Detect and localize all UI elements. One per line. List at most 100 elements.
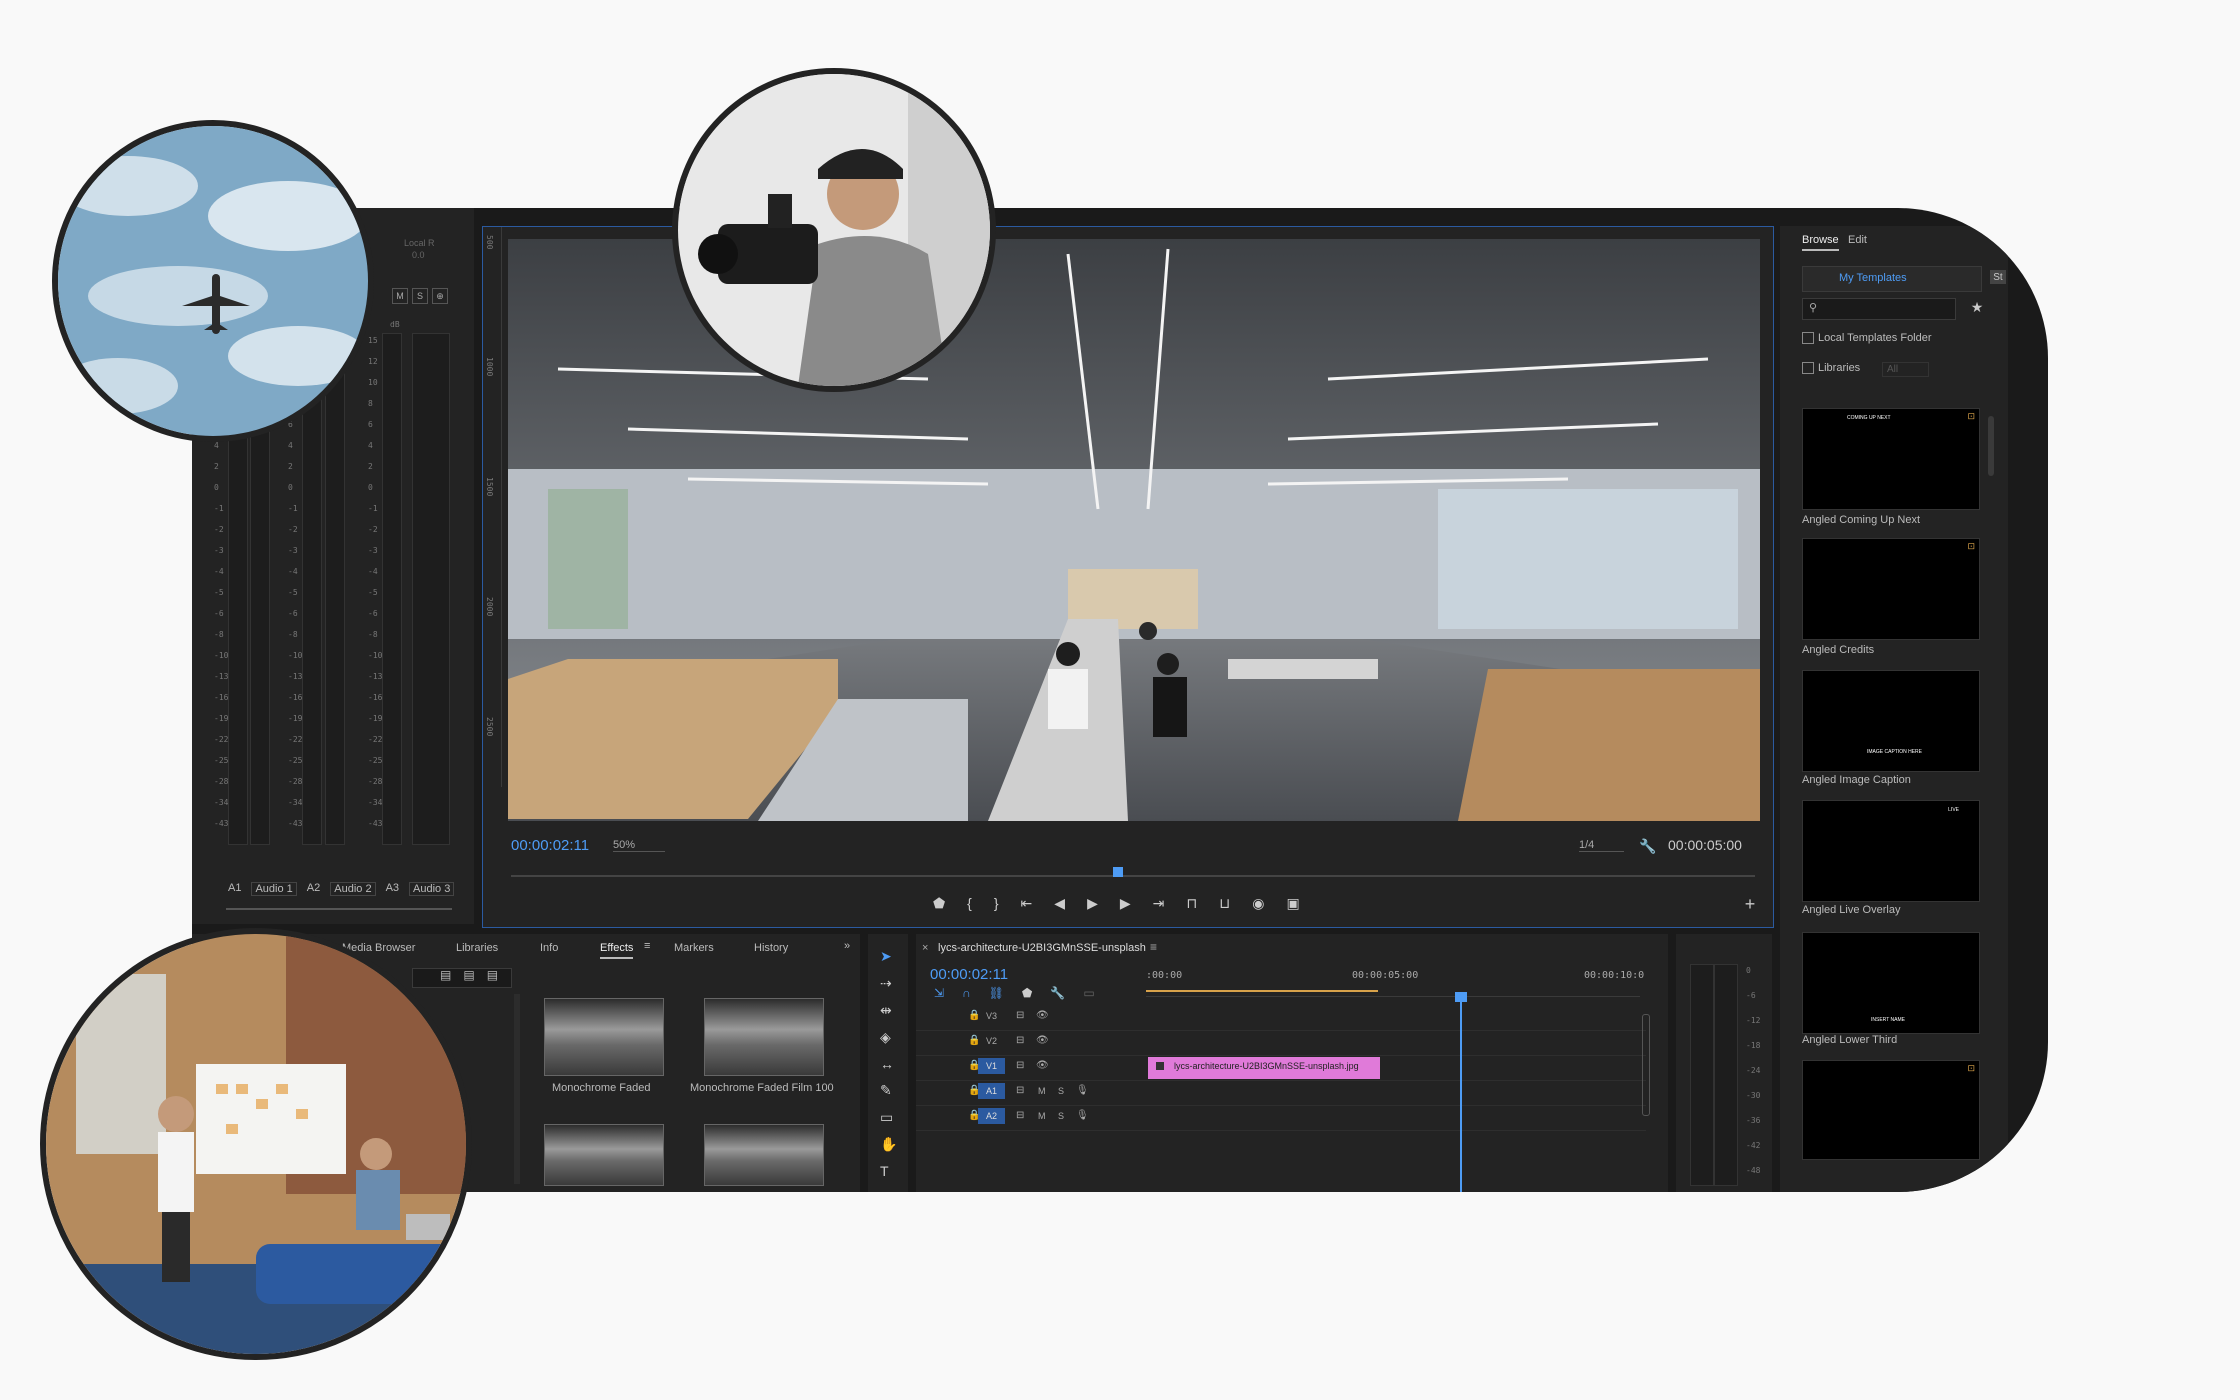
track-id[interactable]: V1: [978, 1058, 1006, 1074]
template-thumbnail[interactable]: IMAGE CAPTION HERE: [1802, 670, 1980, 772]
timeline-close-icon[interactable]: ×: [922, 942, 928, 954]
timeline-clip[interactable]: lycs-architecture-U2BI3GMnSSE-unsplash.j…: [1148, 1057, 1380, 1079]
pen-tool-icon[interactable]: ✎: [880, 1082, 897, 1099]
sequence-tab[interactable]: lycs-architecture-U2BI3GMnSSE-unsplash: [938, 942, 1146, 954]
templates-scrollbar[interactable]: [1988, 416, 1994, 476]
tab-history[interactable]: History: [754, 942, 788, 954]
wrench-icon[interactable]: 🔧: [1639, 837, 1657, 855]
effect-thumbnail[interactable]: [704, 1124, 824, 1186]
libraries-checkbox[interactable]: Libraries: [1802, 362, 1860, 374]
checkbox-box[interactable]: [1802, 362, 1814, 374]
template-thumbnail[interactable]: COMING UP NEXT ⊡: [1802, 408, 1980, 510]
local-templates-checkbox[interactable]: Local Templates Folder: [1802, 332, 1932, 344]
mute-button[interactable]: M: [1038, 1086, 1046, 1096]
go-to-out-icon[interactable]: ⇥: [1153, 895, 1165, 912]
sequence-menu-icon[interactable]: ≡: [1150, 940, 1157, 954]
timeline-current-time[interactable]: 00:00:02:11: [930, 966, 1008, 983]
accelerated-icon[interactable]: ▤: [440, 968, 451, 982]
record-button[interactable]: ⊕: [432, 288, 448, 304]
track-a2-name[interactable]: Audio 2: [330, 882, 376, 896]
playhead-marker[interactable]: [1113, 867, 1123, 877]
eye-icon[interactable]: 👁: [1036, 1035, 1049, 1046]
sync-lock-icon[interactable]: ⊟: [1016, 1035, 1024, 1046]
lock-icon[interactable]: 🔒: [968, 1010, 980, 1021]
tab-edit[interactable]: Edit: [1848, 234, 1867, 246]
tab-menu-icon[interactable]: ≡: [644, 940, 650, 952]
button-editor-plus-icon[interactable]: +: [1741, 894, 1759, 914]
selection-tool-icon[interactable]: ➤: [880, 948, 897, 965]
timeline-vscroll[interactable]: [1642, 1014, 1650, 1116]
linked-selection-icon[interactable]: ⛓: [989, 986, 1004, 1000]
solo-button[interactable]: S: [412, 288, 428, 304]
templates-dropdown[interactable]: My Templates: [1802, 266, 1982, 292]
solo-button[interactable]: S: [1058, 1086, 1064, 1096]
tab-browse[interactable]: Browse: [1802, 234, 1839, 251]
star-icon[interactable]: ★: [1968, 298, 1986, 316]
razor-tool-icon[interactable]: ◈: [880, 1029, 897, 1046]
checkbox-box[interactable]: [1802, 332, 1814, 344]
sync-lock-icon[interactable]: ⊟: [1016, 1060, 1024, 1071]
effect-thumbnail[interactable]: [544, 1124, 664, 1186]
zoom-select[interactable]: 50%: [613, 839, 666, 852]
effects-scrollbar[interactable]: [514, 994, 520, 1184]
voiceover-mic-icon[interactable]: 🎙: [1076, 1110, 1089, 1121]
playhead-handle[interactable]: [1455, 992, 1467, 1002]
tab-markers[interactable]: Markers: [674, 942, 714, 954]
mute-button[interactable]: M: [1038, 1111, 1046, 1121]
mute-button[interactable]: M: [392, 288, 408, 304]
hand-tool-icon[interactable]: ✋: [880, 1136, 897, 1153]
mark-out-icon[interactable]: }: [994, 895, 999, 912]
track-a1-name[interactable]: Audio 1: [251, 882, 297, 896]
effect-thumbnail[interactable]: [544, 998, 664, 1076]
monitor-current-time[interactable]: 00:00:02:11: [511, 837, 589, 854]
tab-info[interactable]: Info: [540, 942, 558, 954]
libraries-select[interactable]: All: [1882, 362, 1930, 377]
track-a3-name[interactable]: Audio 3: [409, 882, 455, 896]
template-thumbnail[interactable]: ⊡: [1802, 538, 1980, 640]
template-thumbnail[interactable]: ⊡: [1802, 1060, 1980, 1160]
track-id[interactable]: A2: [978, 1108, 1006, 1124]
tab-effects[interactable]: Effects: [600, 942, 634, 959]
playhead-scrubber[interactable]: [511, 875, 1755, 877]
effect-thumbnail[interactable]: [704, 998, 824, 1076]
template-thumbnail[interactable]: LIVE: [1802, 800, 1980, 902]
voiceover-mic-icon[interactable]: 🎙: [1076, 1085, 1089, 1096]
timeline-ruler[interactable]: :00:00 00:00:05:00 00:00:10:0: [1146, 962, 1644, 997]
resolution-select[interactable]: 1/4: [1579, 839, 1625, 852]
rectangle-tool-icon[interactable]: ▭: [880, 1109, 897, 1126]
timeline-settings-icon[interactable]: 🔧: [1050, 986, 1065, 1000]
slip-tool-icon[interactable]: ↔: [880, 1056, 897, 1072]
template-search[interactable]: ⚲: [1802, 298, 1956, 320]
yuv-icon[interactable]: ▤: [487, 968, 498, 982]
panel-overflow-icon[interactable]: »: [844, 940, 850, 952]
sync-lock-icon[interactable]: ⊟: [1016, 1085, 1024, 1096]
captions-icon[interactable]: ▭: [1083, 986, 1094, 1000]
play-icon[interactable]: ▶: [1087, 895, 1098, 912]
nest-icon[interactable]: ⇲: [934, 986, 944, 1000]
add-marker-icon[interactable]: ⬟: [933, 895, 945, 912]
extract-icon[interactable]: ⊔: [1219, 895, 1230, 912]
sync-lock-icon[interactable]: ⊟: [1016, 1010, 1024, 1021]
go-to-in-icon[interactable]: ⇤: [1021, 895, 1033, 912]
mixer-scrollbar[interactable]: [226, 908, 452, 910]
lock-icon[interactable]: 🔒: [968, 1035, 980, 1046]
compare-view-icon[interactable]: ▣: [1286, 895, 1299, 912]
ripple-edit-tool-icon[interactable]: ⇹: [880, 1002, 897, 1019]
track-id[interactable]: A1: [978, 1083, 1006, 1099]
mark-in-icon[interactable]: {: [967, 895, 972, 912]
export-frame-icon[interactable]: ◉: [1252, 895, 1264, 912]
eye-icon[interactable]: 👁: [1036, 1010, 1049, 1021]
eye-icon[interactable]: 👁: [1036, 1060, 1049, 1071]
template-thumbnail[interactable]: INSERT NAME: [1802, 932, 1980, 1034]
solo-button[interactable]: S: [1058, 1111, 1064, 1121]
step-back-icon[interactable]: ◀: [1054, 895, 1065, 912]
tab-libraries[interactable]: Libraries: [456, 942, 498, 954]
step-forward-icon[interactable]: ▶: [1120, 895, 1131, 912]
lift-icon[interactable]: ⊓: [1186, 895, 1197, 912]
work-area-bar[interactable]: [1146, 990, 1378, 992]
timeline-playhead[interactable]: [1460, 992, 1462, 1192]
track-select-tool-icon[interactable]: ⇢: [880, 975, 897, 992]
type-tool-icon[interactable]: T: [880, 1163, 897, 1179]
snap-icon[interactable]: ∩: [962, 986, 971, 1000]
stock-icon[interactable]: St: [1990, 270, 2006, 284]
